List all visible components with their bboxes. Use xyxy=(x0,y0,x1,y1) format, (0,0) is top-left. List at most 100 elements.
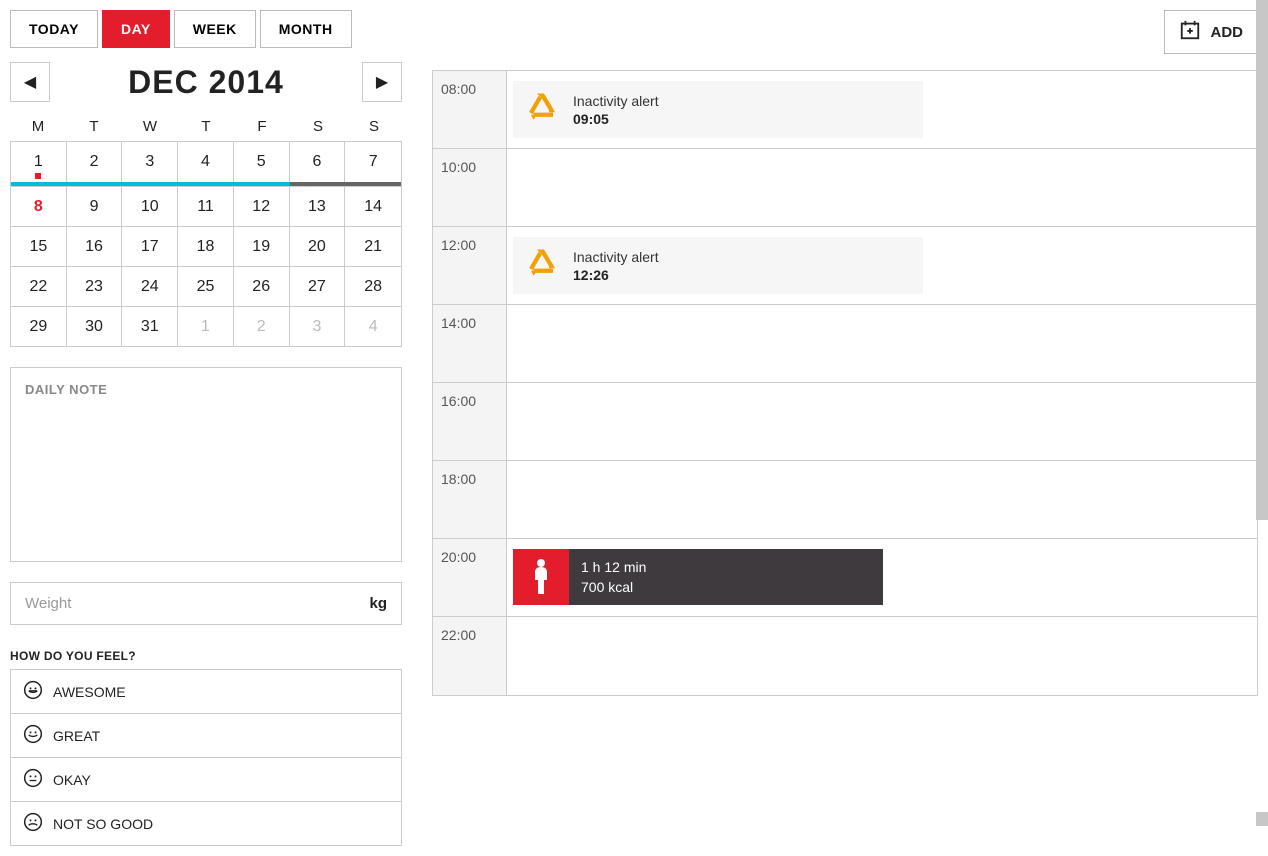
hour-label: 18:00 xyxy=(433,461,507,538)
calendar-add-icon xyxy=(1179,19,1201,45)
add-button[interactable]: ADD xyxy=(1164,10,1259,54)
person-icon xyxy=(513,549,569,605)
calendar-dow-label: M xyxy=(10,118,66,135)
calendar-day[interactable]: 7 xyxy=(345,142,401,182)
calendar-day[interactable]: 13 xyxy=(290,186,346,226)
chevron-left-icon: ◀ xyxy=(24,72,36,92)
calendar-day[interactable]: 4 xyxy=(178,142,234,182)
calendar-day[interactable]: 26 xyxy=(234,266,290,306)
next-month-button[interactable]: ▶ xyxy=(362,62,402,102)
daily-note-box xyxy=(10,367,402,562)
daily-note-input[interactable] xyxy=(25,382,387,547)
calendar-day[interactable]: 24 xyxy=(122,266,178,306)
calendar-day[interactable]: 19 xyxy=(234,226,290,266)
calendar-day[interactable]: 3 xyxy=(290,306,346,346)
calendar-day[interactable]: 14 xyxy=(345,186,401,226)
calendar-day[interactable]: 1 xyxy=(178,306,234,346)
feel-option[interactable]: AWESOME xyxy=(11,670,401,714)
calendar-day[interactable]: 3 xyxy=(122,142,178,182)
calendar-day[interactable]: 30 xyxy=(67,306,123,346)
hour-row: 10:00 xyxy=(433,149,1257,227)
hour-content[interactable] xyxy=(507,461,1257,538)
hour-content[interactable] xyxy=(507,383,1257,460)
day-tab[interactable]: DAY xyxy=(102,10,170,48)
feel-label: OKAY xyxy=(53,772,91,788)
view-switch: TODAY DAY WEEK MONTH xyxy=(10,10,402,48)
calendar-day[interactable]: 25 xyxy=(178,266,234,306)
calendar-day[interactable]: 10 xyxy=(122,186,178,226)
weight-unit: kg xyxy=(355,595,401,612)
calendar-day[interactable]: 16 xyxy=(67,226,123,266)
workout-event[interactable]: 1 h 12 min700 kcal xyxy=(513,549,883,605)
calendar-day[interactable]: 1 xyxy=(11,142,67,182)
calendar-day[interactable]: 29 xyxy=(11,306,67,346)
calendar-grid: 1234567891011121314151617181920212223242… xyxy=(10,141,402,347)
feel-label: GREAT xyxy=(53,728,100,744)
feel-label: AWESOME xyxy=(53,684,126,700)
calendar-dow-label: T xyxy=(178,118,234,135)
hour-row: 22:00 xyxy=(433,617,1257,695)
inactivity-icon xyxy=(525,247,559,284)
weight-input[interactable] xyxy=(11,583,355,624)
feel-list: AWESOME GREAT OKAY NOT SO GOOD xyxy=(10,669,402,846)
calendar-day[interactable]: 21 xyxy=(345,226,401,266)
calendar-day[interactable]: 12 xyxy=(234,186,290,226)
inactivity-event[interactable]: Inactivity alert 12:26 xyxy=(513,237,923,294)
hour-label: 22:00 xyxy=(433,617,507,695)
calendar-day[interactable]: 15 xyxy=(11,226,67,266)
week-tab[interactable]: WEEK xyxy=(174,10,256,48)
calendar-day[interactable]: 31 xyxy=(122,306,178,346)
hour-content[interactable] xyxy=(507,617,1257,695)
calendar-dow-label: S xyxy=(346,118,402,135)
workout-duration: 1 h 12 min xyxy=(581,559,871,575)
calendar-day[interactable]: 28 xyxy=(345,266,401,306)
hour-row: 08:00Inactivity alert09:05 xyxy=(433,71,1257,149)
feel-label: NOT SO GOOD xyxy=(53,816,153,832)
scrollbar-down[interactable] xyxy=(1256,812,1268,826)
inactivity-icon xyxy=(525,91,559,128)
face-icon xyxy=(23,724,43,747)
hour-label: 12:00 xyxy=(433,227,507,304)
hour-row: 20:001 h 12 min700 kcal xyxy=(433,539,1257,617)
calendar-day[interactable]: 22 xyxy=(11,266,67,306)
calendar-day[interactable]: 9 xyxy=(67,186,123,226)
calendar-day[interactable]: 2 xyxy=(67,142,123,182)
hour-content[interactable]: 1 h 12 min700 kcal xyxy=(507,539,1257,616)
hour-label: 14:00 xyxy=(433,305,507,382)
month-tab[interactable]: MONTH xyxy=(260,10,352,48)
calendar-dow-label: S xyxy=(290,118,346,135)
hour-content[interactable]: Inactivity alert 12:26 xyxy=(507,227,1257,304)
hour-content[interactable]: Inactivity alert09:05 xyxy=(507,71,1257,148)
chevron-right-icon: ▶ xyxy=(376,72,388,92)
face-icon xyxy=(23,812,43,835)
event-time: 12:26 xyxy=(573,267,659,283)
calendar-day[interactable]: 27 xyxy=(290,266,346,306)
hour-content[interactable] xyxy=(507,305,1257,382)
calendar-day[interactable]: 4 xyxy=(345,306,401,346)
feel-option[interactable]: NOT SO GOOD xyxy=(11,802,401,846)
calendar-title: DEC 2014 xyxy=(128,64,284,101)
feel-option[interactable]: OKAY xyxy=(11,758,401,802)
today-button[interactable]: TODAY xyxy=(10,10,98,48)
scrollbar[interactable] xyxy=(1256,0,1268,520)
event-time: 09:05 xyxy=(573,111,659,127)
prev-month-button[interactable]: ◀ xyxy=(10,62,50,102)
feel-title: HOW DO YOU FEEL? xyxy=(10,649,402,663)
calendar-day[interactable]: 17 xyxy=(122,226,178,266)
calendar-day[interactable]: 5 xyxy=(234,142,290,182)
hour-label: 10:00 xyxy=(433,149,507,226)
calendar-day[interactable]: 20 xyxy=(290,226,346,266)
inactivity-event[interactable]: Inactivity alert09:05 xyxy=(513,81,923,138)
calendar-day[interactable]: 11 xyxy=(178,186,234,226)
calendar-day[interactable]: 23 xyxy=(67,266,123,306)
calendar-day[interactable]: 8 xyxy=(11,186,67,226)
event-title: Inactivity alert xyxy=(573,249,659,265)
calendar-day[interactable]: 2 xyxy=(234,306,290,346)
hour-content[interactable] xyxy=(507,149,1257,226)
calendar-dow-label: F xyxy=(234,118,290,135)
add-label: ADD xyxy=(1211,24,1244,41)
calendar-day[interactable]: 18 xyxy=(178,226,234,266)
feel-option[interactable]: GREAT xyxy=(11,714,401,758)
calendar-day[interactable]: 6 xyxy=(290,142,346,182)
face-icon xyxy=(23,768,43,791)
